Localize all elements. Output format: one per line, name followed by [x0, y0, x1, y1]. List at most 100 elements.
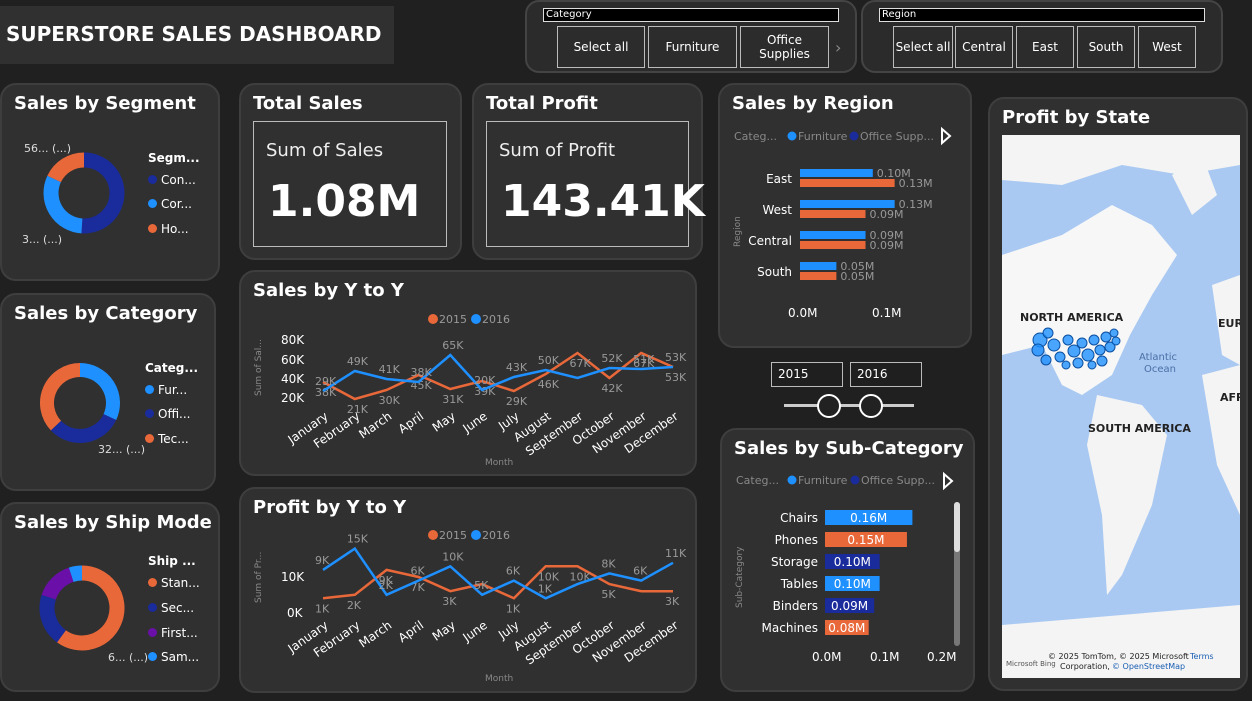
map-terms-link: Terms [1189, 652, 1214, 661]
year-to-input[interactable]: 2016 [850, 362, 922, 387]
xtick: June [460, 618, 490, 645]
dashboard-title: SUPERSTORE SALES DASHBOARD [6, 22, 382, 46]
region-bar-label: 0.13M [899, 198, 933, 211]
data-label: 6K [506, 565, 521, 578]
map-view[interactable]: NORTH AMERICA SOUTH AMERICA Atlantic Oce… [1002, 135, 1240, 678]
segment-legend-item[interactable]: Cor... [148, 197, 192, 211]
map-attribution-2: Corporation, [1060, 662, 1110, 671]
total-profit-title: Total Profit [486, 93, 598, 114]
data-label: 11K [665, 547, 687, 560]
subcat-category: Binders [773, 599, 818, 613]
map-ms-logo: Microsoft Bing [1006, 660, 1056, 668]
region-option-west[interactable]: West [1138, 26, 1196, 68]
state-bubble [1094, 344, 1106, 356]
segment-legend-item[interactable]: Con... [148, 173, 196, 187]
state-bubble [1100, 331, 1112, 343]
map-attribution: © 2025 TomTom, © 2025 Microsoft [1048, 652, 1189, 661]
year-slider-track[interactable] [784, 404, 914, 407]
total-profit-label: Sum of Profit [499, 140, 616, 161]
xtick: June [460, 409, 490, 436]
sales-xlabel: Month [485, 458, 513, 468]
category-option-office-supplies[interactable]: Office Supplies [740, 26, 829, 68]
subcat-bar-label: 0.15M [847, 533, 884, 547]
subcat-legend-office: Office Supp... [861, 474, 935, 487]
data-label: 10K [442, 550, 464, 563]
region-option-select-all[interactable]: Select all [893, 26, 953, 68]
subcat-scrollbar-thumb [954, 502, 960, 552]
subcat-xtick: 0.0M [812, 650, 841, 664]
subcat-category: Tables [780, 577, 818, 591]
region-bar-label: 0.09M [870, 239, 904, 252]
map-label-europe: EUR [1218, 317, 1240, 330]
subcat-bar-label: 0.10M [834, 577, 871, 591]
state-bubble [1111, 336, 1121, 346]
subcat-category: Chairs [780, 511, 818, 525]
category-option-furniture[interactable]: Furniture [648, 26, 737, 68]
subcat-category: Storage [771, 555, 818, 569]
donut-slice [43, 175, 83, 234]
year-from-input[interactable]: 2015 [771, 362, 843, 387]
data-label: 3K [665, 595, 680, 608]
data-label: 30K [379, 394, 401, 407]
region-xtick: 0.1M [872, 306, 901, 320]
data-label: 38K [410, 366, 432, 379]
category-legend-item[interactable]: Fur... [145, 383, 187, 397]
shipmode-card: Sales by Ship Mode 6... (...) Ship ... S… [0, 502, 220, 692]
donut-slice [40, 363, 81, 431]
category-donut [40, 363, 120, 443]
ytick: 40K [281, 372, 305, 386]
legend-2016-swatch [471, 530, 481, 540]
region-option-south[interactable]: South [1077, 26, 1135, 68]
ytick: 60K [281, 353, 305, 367]
total-sales-kpi: Sum of Sales 1.08M [253, 121, 447, 247]
map-card: Profit by State NORTH AMERICA SOUTH AMER… [988, 97, 1248, 691]
data-label: 46K [538, 378, 560, 391]
donut-slice [57, 565, 125, 651]
segment-card: Sales by Segment 56... (...) 3... (...) … [0, 83, 220, 281]
data-label: 15K [347, 533, 369, 546]
profit-xlabel: Month [485, 674, 513, 684]
series-line-2015 [322, 565, 673, 600]
category-legend-item[interactable]: Tec... [145, 432, 189, 446]
data-label: 42K [601, 382, 623, 395]
category-legend-item[interactable]: Offi... [145, 407, 191, 421]
data-label: 9K [315, 554, 330, 567]
shipmode-legend-title: Ship ... [148, 554, 196, 568]
total-sales-value: 1.08M [268, 176, 421, 227]
region-option-central[interactable]: Central [955, 26, 1013, 68]
chevron-right-icon[interactable]: › [835, 38, 841, 57]
category-option-select-all[interactable]: Select all [557, 26, 645, 68]
segment-legend-item[interactable]: Ho... [148, 222, 189, 236]
shipmode-label: 6... (...) [108, 651, 148, 664]
subcat-bar-label: 0.09M [831, 599, 868, 613]
total-profit-value: 143.41K [501, 176, 705, 227]
region-option-east[interactable]: East [1016, 26, 1074, 68]
year-slider-handle-start[interactable] [817, 394, 841, 418]
year-slider-handle-end[interactable] [859, 394, 883, 418]
data-label: 50K [538, 354, 560, 367]
subcat-ylabel: Sub-Category [735, 546, 745, 608]
subcat-category: Phones [775, 533, 818, 547]
state-bubble [1054, 351, 1066, 363]
shipmode-legend-item[interactable]: Sec... [148, 601, 194, 615]
shipmode-legend-item[interactable]: First... [148, 626, 198, 640]
map-label-south-america: SOUTH AMERICA [1088, 422, 1191, 435]
region-category: East [766, 172, 792, 186]
subcat-legend-head: Categ... [736, 474, 779, 487]
region-ylabel: Region [733, 216, 743, 247]
shipmode-legend-item[interactable]: Stan... [148, 576, 200, 590]
data-label: 51K [633, 353, 655, 366]
segment-legend-title: Segm... [148, 151, 200, 165]
category-label: 32... (...) [98, 443, 145, 456]
data-label: 52K [601, 352, 623, 365]
state-bubble [1096, 355, 1108, 367]
region-category: West [762, 203, 792, 217]
total-sales-label: Sum of Sales [266, 140, 384, 161]
data-label: 2K [347, 599, 362, 612]
shipmode-legend-item[interactable]: Sam... [148, 650, 199, 664]
category-slicer-header: Category [543, 8, 839, 22]
donut-slice [68, 565, 83, 582]
map-label-atlantic: Atlantic [1139, 352, 1177, 363]
sales-ylabel: Sum of Sal... [254, 339, 264, 396]
subcat-category: Machines [762, 621, 818, 635]
